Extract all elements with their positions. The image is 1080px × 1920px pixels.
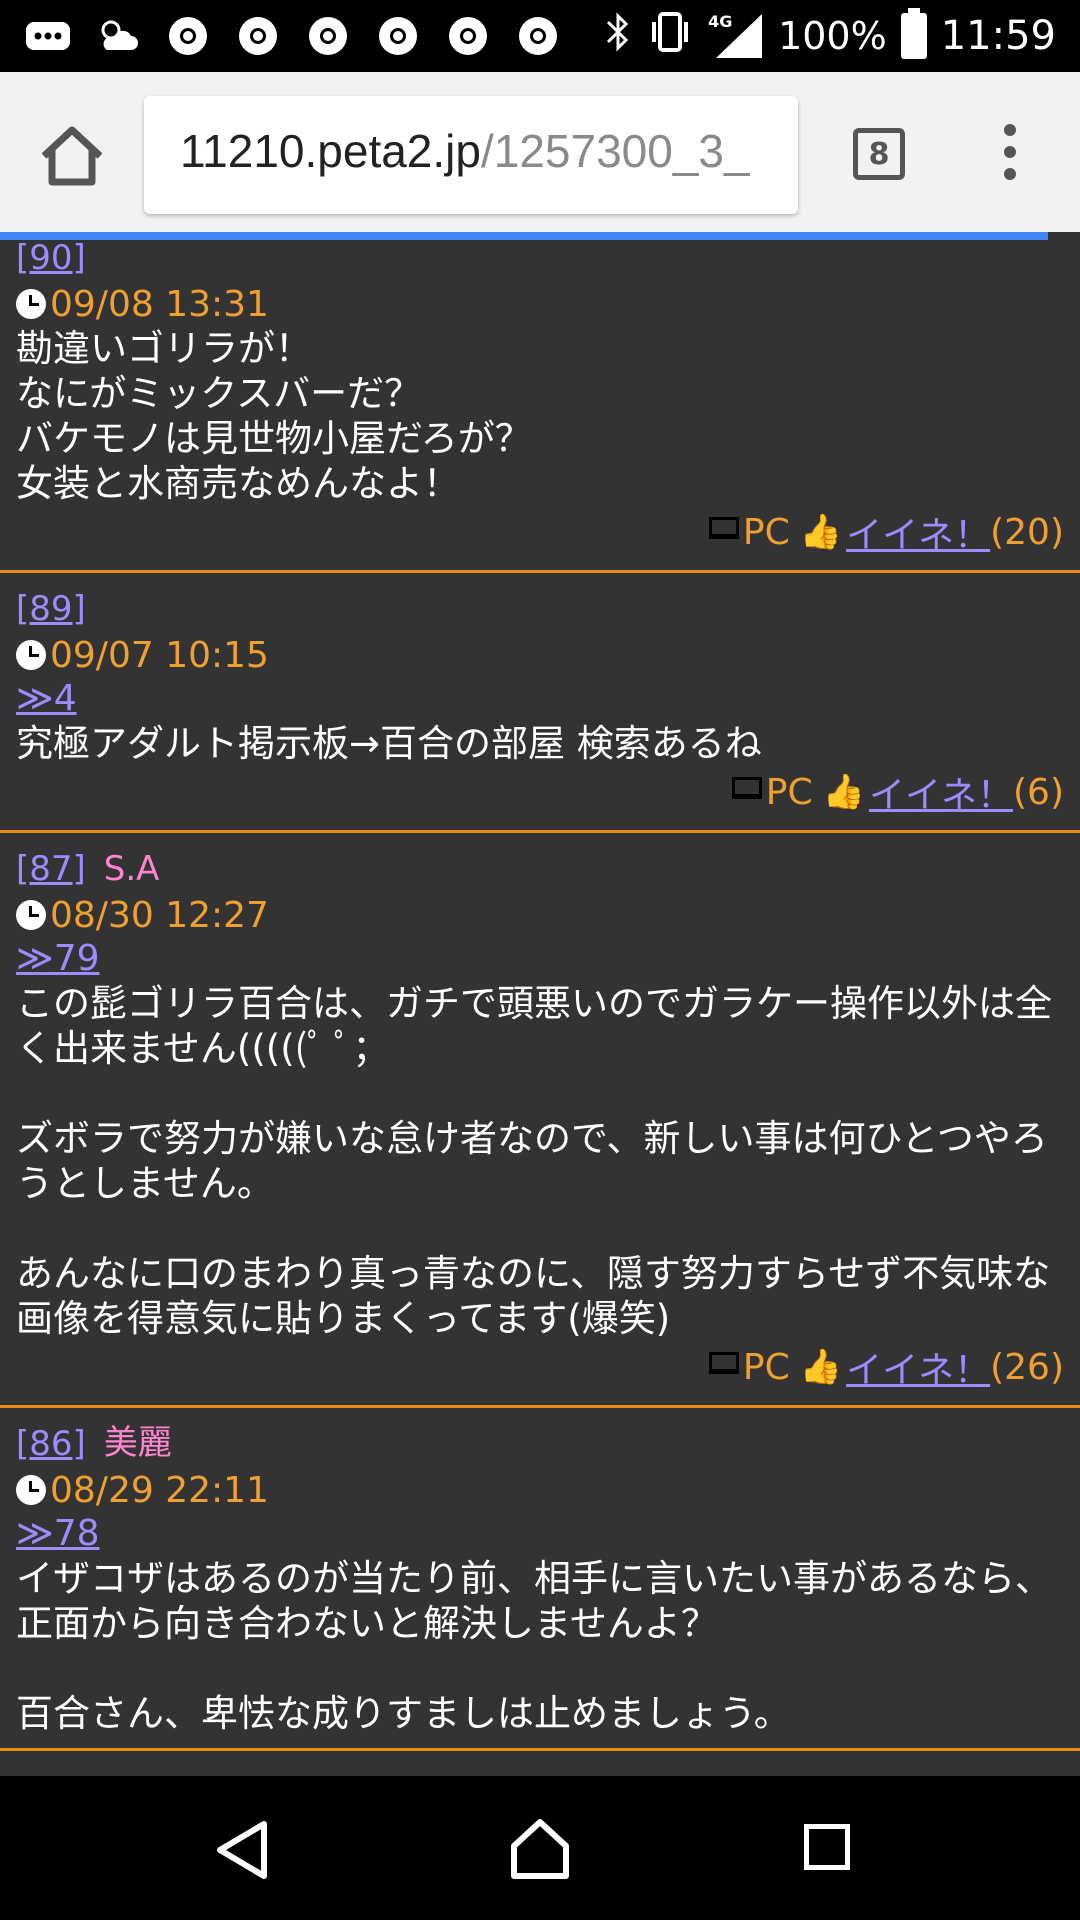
post-header: [90] bbox=[16, 240, 1064, 278]
post-date-row: 08/29 22:11 bbox=[16, 1468, 1064, 1512]
post: [89] 09/07 10:15 ≫4 究極アダルト掲示板→百合の部屋 検索あるね PC… bbox=[0, 573, 1080, 833]
device-label: PC bbox=[742, 1346, 790, 1388]
back-icon[interactable] bbox=[214, 1820, 270, 1884]
post-date-row: 09/08 13:31 bbox=[16, 282, 1064, 326]
chrome-icon bbox=[164, 12, 212, 60]
post-date-row: 08/30 12:27 bbox=[16, 893, 1064, 937]
post-date: 09/07 10:15 bbox=[50, 634, 269, 676]
clock-time: 11:59 bbox=[940, 13, 1056, 59]
pc-icon bbox=[708, 1352, 739, 1374]
reply-anchor-link[interactable]: ≫78 bbox=[16, 1512, 1064, 1556]
post-footer: PC 👍 イイネ！ (20) bbox=[16, 506, 1064, 558]
overflow-menu-icon[interactable] bbox=[990, 124, 1030, 184]
weather-icon bbox=[94, 12, 142, 60]
clock-icon bbox=[16, 900, 46, 930]
tab-switcher-button[interactable]: 8 bbox=[853, 128, 905, 180]
navigation-bar bbox=[0, 1776, 1080, 1920]
bluetooth-icon bbox=[604, 10, 632, 63]
thumbs-up-icon: 👍 bbox=[799, 1347, 843, 1387]
url-host: 11210.peta2.jp bbox=[180, 125, 481, 177]
post-number-link[interactable]: [86] bbox=[16, 1424, 86, 1464]
post-date: 08/29 22:11 bbox=[50, 1469, 269, 1511]
post-number-link[interactable]: [90] bbox=[16, 240, 86, 278]
post-body: 究極アダルト掲示板→百合の部屋 検索あるね bbox=[16, 722, 762, 765]
chrome-icon bbox=[234, 12, 282, 60]
post: [86] 美麗 08/29 22:11 ≫78 イザコザはあるのが当たり前、相手に言いた… bbox=[0, 1408, 1080, 1751]
signal-icon: 4G bbox=[708, 12, 764, 60]
tab-count: 8 bbox=[868, 136, 890, 172]
chrome-icon bbox=[374, 12, 422, 60]
reply-anchor-link[interactable]: ≫79 bbox=[16, 937, 1064, 981]
vibrate-icon bbox=[646, 10, 694, 63]
post: [90] 09/08 13:31 勘違いゴリラが！ なにがミックスバーだ？ バケモノ… bbox=[0, 240, 1080, 573]
thumbs-up-icon: 👍 bbox=[799, 512, 843, 552]
status-bar: 4G 100% 11:59 bbox=[0, 0, 1080, 72]
chrome-icon bbox=[514, 12, 562, 60]
post-footer: PC 👍 イイネ！ (26) bbox=[16, 1341, 1064, 1393]
battery-percent: 100% bbox=[778, 14, 887, 58]
chrome-icon bbox=[444, 12, 492, 60]
post-body: イザコザはあるのが当たり前、相手に言いたい事があるなら、正面から向き合わないと解… bbox=[16, 1557, 1052, 1735]
battery-icon bbox=[900, 8, 927, 59]
chrome-icon bbox=[304, 12, 352, 60]
like-button[interactable]: イイネ！ bbox=[846, 1341, 990, 1393]
post-footer: PC 👍 イイネ！ (6) bbox=[16, 766, 1064, 818]
home-nav-icon[interactable] bbox=[508, 1816, 572, 1884]
pc-icon bbox=[731, 777, 762, 799]
post-author: 美麗 bbox=[103, 1423, 172, 1463]
thread-content[interactable]: [90] 09/08 13:31 勘違いゴリラが！ なにがミックスバーだ？ バケモノ… bbox=[0, 240, 1080, 1776]
post-date: 09/08 13:31 bbox=[50, 283, 269, 325]
like-button[interactable]: イイネ！ bbox=[846, 506, 990, 558]
more-icon bbox=[24, 12, 72, 60]
post-header: [87] S.A bbox=[16, 833, 1064, 889]
post-number-link[interactable]: [87] bbox=[16, 849, 86, 889]
post-author: S.A bbox=[103, 849, 160, 889]
post-header: [86] 美麗 bbox=[16, 1408, 1064, 1464]
post-number-link[interactable]: [89] bbox=[16, 589, 86, 629]
home-icon[interactable] bbox=[36, 122, 108, 188]
device-label: PC bbox=[742, 511, 790, 553]
url-path: /1257300_3_ bbox=[480, 125, 750, 177]
post-date-row: 09/07 10:15 bbox=[16, 633, 1064, 677]
post-header: [89] bbox=[16, 573, 1064, 629]
page-load-progress bbox=[0, 232, 1048, 240]
like-count: (26) bbox=[990, 1346, 1064, 1388]
thumbs-up-icon: 👍 bbox=[822, 772, 865, 812]
clock-icon bbox=[16, 289, 46, 319]
clock-icon bbox=[16, 640, 46, 670]
post-body: 勘違いゴリラが！ なにがミックスバーだ？ バケモノは見世物小屋だろが？ 女装と水… bbox=[16, 327, 532, 505]
recent-apps-icon[interactable] bbox=[804, 1824, 850, 1870]
notification-icons bbox=[24, 12, 562, 60]
system-icons: 4G 100% 11:59 bbox=[604, 0, 1056, 72]
device-label: PC bbox=[765, 771, 813, 813]
post-date: 08/30 12:27 bbox=[50, 894, 269, 936]
url-text: 11210.peta2.jp/1257300_3_ bbox=[180, 124, 750, 178]
post: [87] S.A 08/30 12:27 ≫79 この髭ゴリラ百合は、ガチで頭悪いのでガ… bbox=[0, 833, 1080, 1408]
like-button[interactable]: イイネ！ bbox=[869, 766, 1013, 818]
post-body: この髭ゴリラ百合は、ガチで頭悪いのでガラケー操作以外は全く出来ません(((((ﾟ… bbox=[16, 982, 1052, 1340]
address-bar[interactable]: 11210.peta2.jp/1257300_3_ bbox=[144, 96, 798, 214]
clock-icon bbox=[16, 1475, 46, 1505]
pc-icon bbox=[708, 517, 739, 539]
browser-toolbar: 11210.peta2.jp/1257300_3_ 8 bbox=[0, 72, 1080, 232]
like-count: (6) bbox=[1013, 771, 1064, 813]
reply-anchor-link[interactable]: ≫4 bbox=[16, 677, 1064, 721]
like-count: (20) bbox=[990, 511, 1064, 553]
